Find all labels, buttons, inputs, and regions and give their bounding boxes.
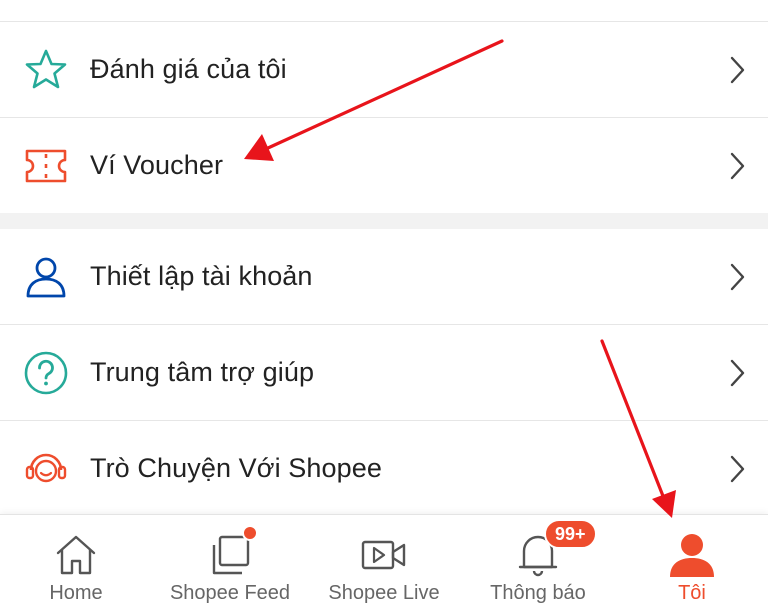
menu-item-help-center[interactable]: Trung tâm trợ giúp	[0, 325, 768, 421]
chevron-right-icon	[722, 454, 752, 484]
voucher-ticket-icon	[22, 142, 70, 190]
nav-tab-label: Thông báo	[490, 582, 586, 604]
notification-count-badge: 99+	[544, 519, 597, 549]
star-outline-icon	[22, 46, 70, 94]
menu-item-my-reviews[interactable]: Đánh giá của tôi	[0, 22, 768, 118]
live-video-icon	[354, 529, 414, 581]
nav-tab-notifications[interactable]: 99+ Thông báo	[486, 515, 597, 613]
nav-tab-label: Shopee Live	[328, 582, 440, 604]
help-circle-icon	[22, 349, 70, 397]
menu-item-label: Đánh giá của tôi	[90, 54, 287, 84]
nav-tab-label: Tôi	[678, 582, 706, 604]
menu-item-label: Thiết lập tài khoản	[90, 261, 313, 291]
user-filled-icon	[662, 529, 722, 581]
home-icon	[46, 529, 106, 581]
chevron-right-icon	[722, 262, 752, 292]
chevron-right-icon	[722, 55, 752, 85]
bottom-nav-bar: Home Shopee Feed Shopee Live 99+ Thông b…	[0, 514, 768, 613]
menu-item-account-settings[interactable]: Thiết lập tài khoản	[0, 229, 768, 325]
nav-tab-me[interactable]: Tôi	[654, 515, 730, 613]
chevron-right-icon	[722, 151, 752, 181]
menu-item-label: Trung tâm trợ giúp	[90, 357, 315, 387]
menu-item-voucher-wallet[interactable]: Ví Voucher	[0, 118, 768, 214]
user-outline-icon	[22, 253, 70, 301]
section-divider	[0, 213, 768, 229]
nav-tab-label: Home	[49, 582, 103, 604]
nav-tab-label: Shopee Feed	[169, 582, 291, 604]
nav-tab-shopee-feed[interactable]: Shopee Feed	[166, 515, 294, 613]
headset-chat-icon	[22, 445, 70, 493]
menu-item-label: Trò Chuyện Với Shopee	[90, 453, 382, 483]
new-content-dot	[242, 525, 258, 541]
chevron-right-icon	[722, 358, 752, 388]
nav-tab-shopee-live[interactable]: Shopee Live	[324, 515, 444, 613]
menu-item-chat-with-shopee[interactable]: Trò Chuyện Với Shopee	[0, 421, 768, 517]
menu-item-label: Ví Voucher	[90, 150, 224, 180]
nav-tab-home[interactable]: Home	[30, 515, 122, 613]
